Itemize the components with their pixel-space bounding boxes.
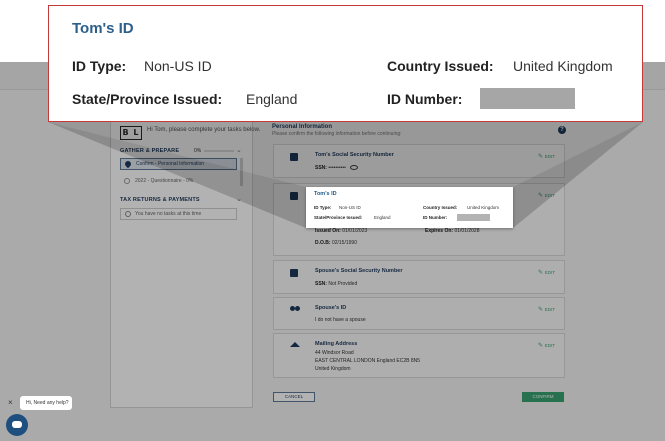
edit-button[interactable]: EDIT xyxy=(538,306,555,313)
help-icon[interactable]: ? xyxy=(558,126,566,134)
spouse-id-text: I do not have a spouse xyxy=(315,317,366,323)
chevron-down-icon[interactable]: ⌄ xyxy=(236,147,242,154)
id-tooltip-small: Tom's ID ID Type: Non-US ID Country Issu… xyxy=(306,187,513,228)
spouse-ssn-row: SSN: Not Provided xyxy=(315,281,357,287)
info-circle-icon xyxy=(125,211,131,217)
expires-row: Expires On: 01/01/2028 xyxy=(425,228,480,234)
redacted-id-number xyxy=(480,88,575,109)
task-sidebar: B L Hi Tom, please complete your tasks b… xyxy=(110,117,260,408)
card-mailing-address: Mailing Address 44 Windsor Road EAST CEN… xyxy=(273,333,565,378)
task-item-confirm-personal-info[interactable]: Confirm - Personal Information xyxy=(120,158,237,170)
country-value: United Kingdom xyxy=(513,58,613,74)
address-line-2: EAST CENTRAL LONDON England EC2B 8N5 xyxy=(315,358,421,364)
tax-returns-heading[interactable]: TAX RETURNS & PAYMENTS xyxy=(120,197,200,203)
confirm-button[interactable]: CONFIRM xyxy=(522,392,564,402)
edit-button[interactable]: EDIT xyxy=(538,192,555,199)
state-value: England xyxy=(374,215,391,220)
sidebar-scrollbar[interactable] xyxy=(240,158,243,186)
card-title: Spouse's Social Security Number xyxy=(315,268,403,274)
eye-icon[interactable] xyxy=(350,165,359,171)
ssn-label: SSN: xyxy=(315,165,327,171)
personal-info-panel: Personal Information Please confirm the … xyxy=(263,117,575,408)
dob-label: D.O.B: xyxy=(315,240,331,246)
id-tooltip-zoomed: Tom's ID ID Type: Non-US ID Country Issu… xyxy=(48,5,643,122)
edit-button[interactable]: EDIT xyxy=(538,153,555,160)
ssn-value: •••••••••• xyxy=(328,165,346,171)
issued-row: Issued On: 01/01/2023 xyxy=(315,228,367,234)
brand-logo: B L xyxy=(120,126,142,140)
ssn-label: SSN: xyxy=(315,281,327,287)
section-subtitle: Please confirm the following information… xyxy=(272,131,402,137)
country-label: Country Issued: xyxy=(423,205,458,210)
task-item-questionnaire[interactable]: 2022 - Questionnaire - 0% xyxy=(120,175,237,187)
chevron-down-icon[interactable]: ⌄ xyxy=(236,196,242,203)
home-icon xyxy=(290,342,300,347)
id-type-value: Non-US ID xyxy=(144,58,212,74)
issued-value: 01/01/2023 xyxy=(342,228,368,234)
ssn-value: Not Provided xyxy=(328,281,358,287)
task-label: Confirm - Personal Information xyxy=(136,161,205,167)
state-label: State/Province Issued: xyxy=(314,215,363,220)
card-tom-ssn: Tom's Social Security Number SSN: ••••••… xyxy=(273,144,565,178)
expires-value: 01/01/2028 xyxy=(454,228,480,234)
country-value: United Kingdom xyxy=(467,205,500,210)
section-title: Personal Information xyxy=(272,124,333,130)
id-type-label: ID Type: xyxy=(72,58,127,74)
id-number-label: ID Number: xyxy=(423,215,448,220)
id-type-value: Non-US ID xyxy=(339,205,361,210)
address-line-1: 44 Windsor Road xyxy=(315,350,354,356)
dob-row: D.O.B: 02/15/1990 xyxy=(315,240,357,246)
country-label: Country Issued: xyxy=(387,58,494,74)
state-label: State/Province Issued: xyxy=(72,91,223,107)
ssn-row: SSN: •••••••••• xyxy=(315,165,359,171)
address-line-3: United Kingdom xyxy=(315,366,351,372)
progress-bar xyxy=(204,150,234,152)
no-tasks-text: You have no tasks at this time xyxy=(135,211,202,217)
id-type-label: ID Type: xyxy=(314,205,332,210)
dob-value: 02/15/1990 xyxy=(331,240,357,246)
greeting-text: Hi Tom, please complete your tasks below… xyxy=(147,127,261,133)
id-card-icon xyxy=(290,153,298,161)
no-tasks-notice: You have no tasks at this time xyxy=(120,208,237,220)
progress-percent: 0% xyxy=(194,148,202,154)
id-card-icon xyxy=(290,269,298,277)
state-value: England xyxy=(246,91,298,107)
cancel-button[interactable]: CANCEL xyxy=(273,392,315,402)
card-title: Mailing Address xyxy=(315,341,358,347)
location-pin-icon xyxy=(123,159,133,169)
edit-button[interactable]: EDIT xyxy=(538,342,555,349)
redacted-id-number xyxy=(457,214,490,221)
radio-icon xyxy=(124,178,130,184)
edit-button[interactable]: EDIT xyxy=(538,269,555,276)
task-label: 2022 - Questionnaire - 0% xyxy=(135,178,194,184)
issued-label: Issued On: xyxy=(315,228,341,234)
tooltip-title: Tom's ID xyxy=(72,20,134,37)
chat-prompt[interactable]: Hi, Need any help? xyxy=(20,396,72,410)
card-title: Tom's Social Security Number xyxy=(315,152,394,158)
chat-close-icon[interactable]: × xyxy=(8,398,13,407)
people-icon xyxy=(290,306,295,311)
expires-label: Expires On: xyxy=(425,228,454,234)
id-number-label: ID Number: xyxy=(387,91,463,107)
id-card-icon xyxy=(290,192,298,200)
card-spouse-id: Spouse's ID I do not have a spouse EDIT xyxy=(273,297,565,330)
card-spouse-ssn: Spouse's Social Security Number SSN: Not… xyxy=(273,260,565,294)
chat-button[interactable] xyxy=(6,414,28,436)
tooltip-title: Tom's ID xyxy=(314,191,337,197)
gather-prepare-heading[interactable]: GATHER & PREPARE xyxy=(120,148,179,154)
card-title: Spouse's ID xyxy=(315,305,347,311)
